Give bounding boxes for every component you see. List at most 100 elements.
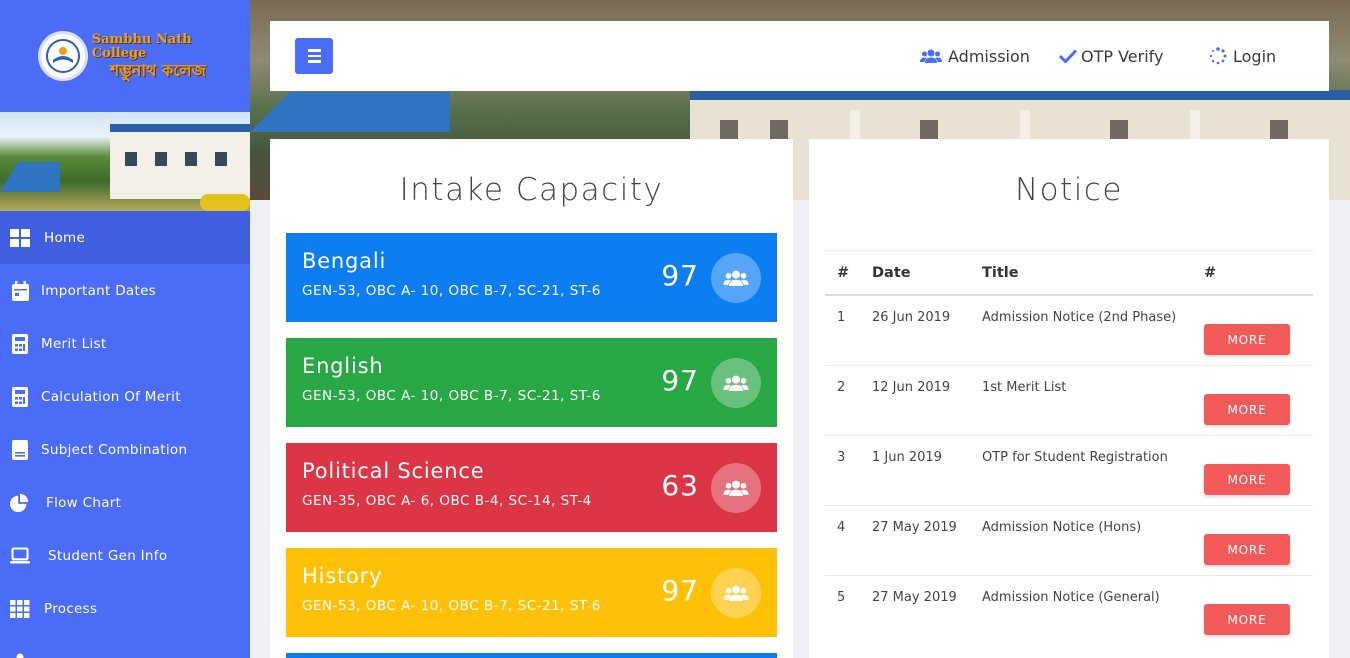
nav-otp-verify-label: OTP Verify: [1081, 46, 1164, 66]
college-building-photo: [0, 112, 250, 211]
more-button[interactable]: MORE: [1204, 464, 1290, 495]
sidebar-item-calculation-of-merit[interactable]: Calculation Of Merit: [0, 370, 250, 423]
notice-title-cell: Admission Notice (Hons): [982, 520, 1142, 535]
notice-number: 4: [837, 520, 846, 535]
sidebar-item-merit-list[interactable]: Merit List: [0, 317, 250, 370]
nav-login[interactable]: Login: [1209, 47, 1276, 66]
sidebar-item-label: Important Dates: [41, 282, 157, 299]
nav-admission[interactable]: Admission: [920, 47, 1030, 66]
table-row: 4 27 May 2019 Admission Notice (Hons) MO…: [825, 506, 1313, 576]
sidebar-item-label: Calculation Of Merit: [41, 388, 181, 405]
sidebar: Sambhu Nath College শম্ভুনাথ কলেজ Home I…: [0, 0, 250, 658]
sidebar-item-partial[interactable]: [0, 635, 250, 658]
subject-quota: GEN-53, OBC A- 10, OBC B-7, SC-21, ST-6: [302, 388, 601, 404]
sidebar-item-important-dates[interactable]: Important Dates: [0, 264, 250, 317]
notice-title: Notice: [1014, 172, 1124, 208]
subject-quota: GEN-53, OBC A- 10, OBC B-7, SC-21, ST-6: [302, 283, 601, 299]
users-icon: [711, 358, 761, 408]
subject-card-political-science[interactable]: Political Science GEN-35, OBC A- 6, OBC …: [286, 443, 777, 532]
subject-seat-count: 97: [661, 259, 699, 292]
subject-seat-count: 63: [661, 469, 699, 502]
check-icon: [1059, 49, 1077, 63]
calculator-icon: [10, 386, 30, 407]
notice-date: 1 Jun 2019: [872, 450, 942, 465]
apps-grid-icon: [10, 599, 30, 619]
subject-seat-count: 97: [661, 574, 699, 607]
sidebar-item-home[interactable]: Home: [0, 211, 250, 264]
spinner-icon: [1209, 47, 1227, 65]
subject-card-bengali[interactable]: Bengali GEN-53, OBC A- 10, OBC B-7, SC-2…: [286, 233, 777, 322]
more-button[interactable]: MORE: [1204, 604, 1290, 635]
college-logo[interactable]: Sambhu Nath College শম্ভুনাথ কলেজ: [0, 0, 250, 112]
col-title-header: Title: [982, 265, 1019, 281]
notice-number: 1: [837, 310, 846, 325]
users-icon: [711, 253, 761, 303]
intake-capacity-card: Intake Capacity Bengali GEN-53, OBC A- 1…: [270, 139, 793, 658]
subject-name: History: [302, 564, 383, 588]
sidebar-item-label: Process: [44, 600, 98, 617]
menu-toggle-button[interactable]: [295, 38, 333, 74]
sidebar-item-process[interactable]: Process: [0, 582, 250, 635]
notice-date: 12 Jun 2019: [872, 380, 951, 395]
intake-capacity-title: Intake Capacity: [399, 172, 664, 208]
top-navbar: Admission OTP Verify Login: [270, 21, 1329, 91]
sidebar-item-label: Merit List: [41, 335, 107, 352]
laptop-icon: [10, 546, 30, 566]
table-row: 2 12 Jun 2019 1st Merit List MORE: [825, 366, 1313, 436]
subject-card-partial[interactable]: [286, 653, 777, 658]
nav-login-label: Login: [1233, 46, 1277, 66]
table-row: 1 26 Jun 2019 Admission Notice (2nd Phas…: [825, 296, 1313, 366]
grid-icon: [10, 228, 30, 248]
notice-title-cell: Admission Notice (2nd Phase): [982, 310, 1177, 325]
calendar-icon: [10, 280, 30, 301]
users-icon: [920, 49, 942, 63]
table-row: 3 1 Jun 2019 OTP for Student Registratio…: [825, 436, 1313, 506]
sidebar-item-student-gen-info[interactable]: Student Gen Info: [0, 529, 250, 582]
subject-quota: GEN-53, OBC A- 10, OBC B-7, SC-21, ST-6: [302, 598, 601, 614]
col-action-header: #: [1204, 265, 1217, 281]
users-icon: [711, 463, 761, 513]
more-button[interactable]: MORE: [1204, 534, 1290, 565]
subject-card-history[interactable]: History GEN-53, OBC A- 10, OBC B-7, SC-2…: [286, 548, 777, 637]
notice-table: # Date Title # 1 26 Jun 2019 Admission N…: [825, 234, 1313, 646]
subject-name: Political Science: [302, 459, 485, 483]
users-icon: [711, 568, 761, 618]
calculator-icon: [10, 333, 30, 354]
subject-quota: GEN-35, OBC A- 6, OBC B-4, SC-14, ST-4: [302, 493, 592, 509]
subject-name: Bengali: [302, 249, 387, 273]
col-date-header: Date: [872, 265, 911, 281]
sidebar-item-label: Student Gen Info: [48, 547, 168, 564]
more-button[interactable]: MORE: [1204, 394, 1290, 425]
subject-seat-count: 97: [661, 364, 699, 397]
notice-date: 26 Jun 2019: [872, 310, 951, 325]
notice-table-header: # Date Title #: [825, 250, 1313, 296]
more-button[interactable]: MORE: [1204, 324, 1290, 355]
users-icon: [10, 647, 30, 658]
nav-otp-verify[interactable]: OTP Verify: [1059, 47, 1164, 66]
notice-title-cell: OTP for Student Registration: [982, 450, 1168, 465]
notice-number: 5: [837, 590, 846, 605]
sidebar-item-subject-combination[interactable]: Subject Combination: [0, 423, 250, 476]
sidebar-item-flow-chart[interactable]: Flow Chart: [0, 476, 250, 529]
notice-date: 27 May 2019: [872, 590, 957, 605]
table-row: 5 27 May 2019 Admission Notice (General)…: [825, 576, 1313, 646]
hamburger-icon: [307, 49, 321, 52]
notice-title-cell: Admission Notice (General): [982, 590, 1160, 605]
col-number-header: #: [837, 265, 850, 281]
sidebar-item-label: Home: [44, 229, 86, 246]
notice-number: 2: [837, 380, 846, 395]
notice-number: 3: [837, 450, 846, 465]
college-emblem-icon: [38, 31, 88, 81]
subject-card-english[interactable]: English GEN-53, OBC A- 10, OBC B-7, SC-2…: [286, 338, 777, 427]
document-icon: [10, 439, 30, 460]
notice-title-cell: 1st Merit List: [982, 380, 1067, 395]
notice-card: Notice # Date Title # 1 26 Jun 2019 Admi…: [809, 139, 1329, 658]
pie-chart-icon: [10, 493, 30, 513]
sidebar-item-label: Subject Combination: [41, 441, 188, 458]
nav-admission-label: Admission: [948, 46, 1030, 66]
sidebar-item-label: Flow Chart: [46, 494, 122, 511]
college-name-bn: শম্ভুনাথ কলেজ: [109, 60, 206, 80]
college-name-en: Sambhu Nath College: [91, 31, 192, 62]
subject-name: English: [302, 354, 384, 378]
notice-date: 27 May 2019: [872, 520, 957, 535]
